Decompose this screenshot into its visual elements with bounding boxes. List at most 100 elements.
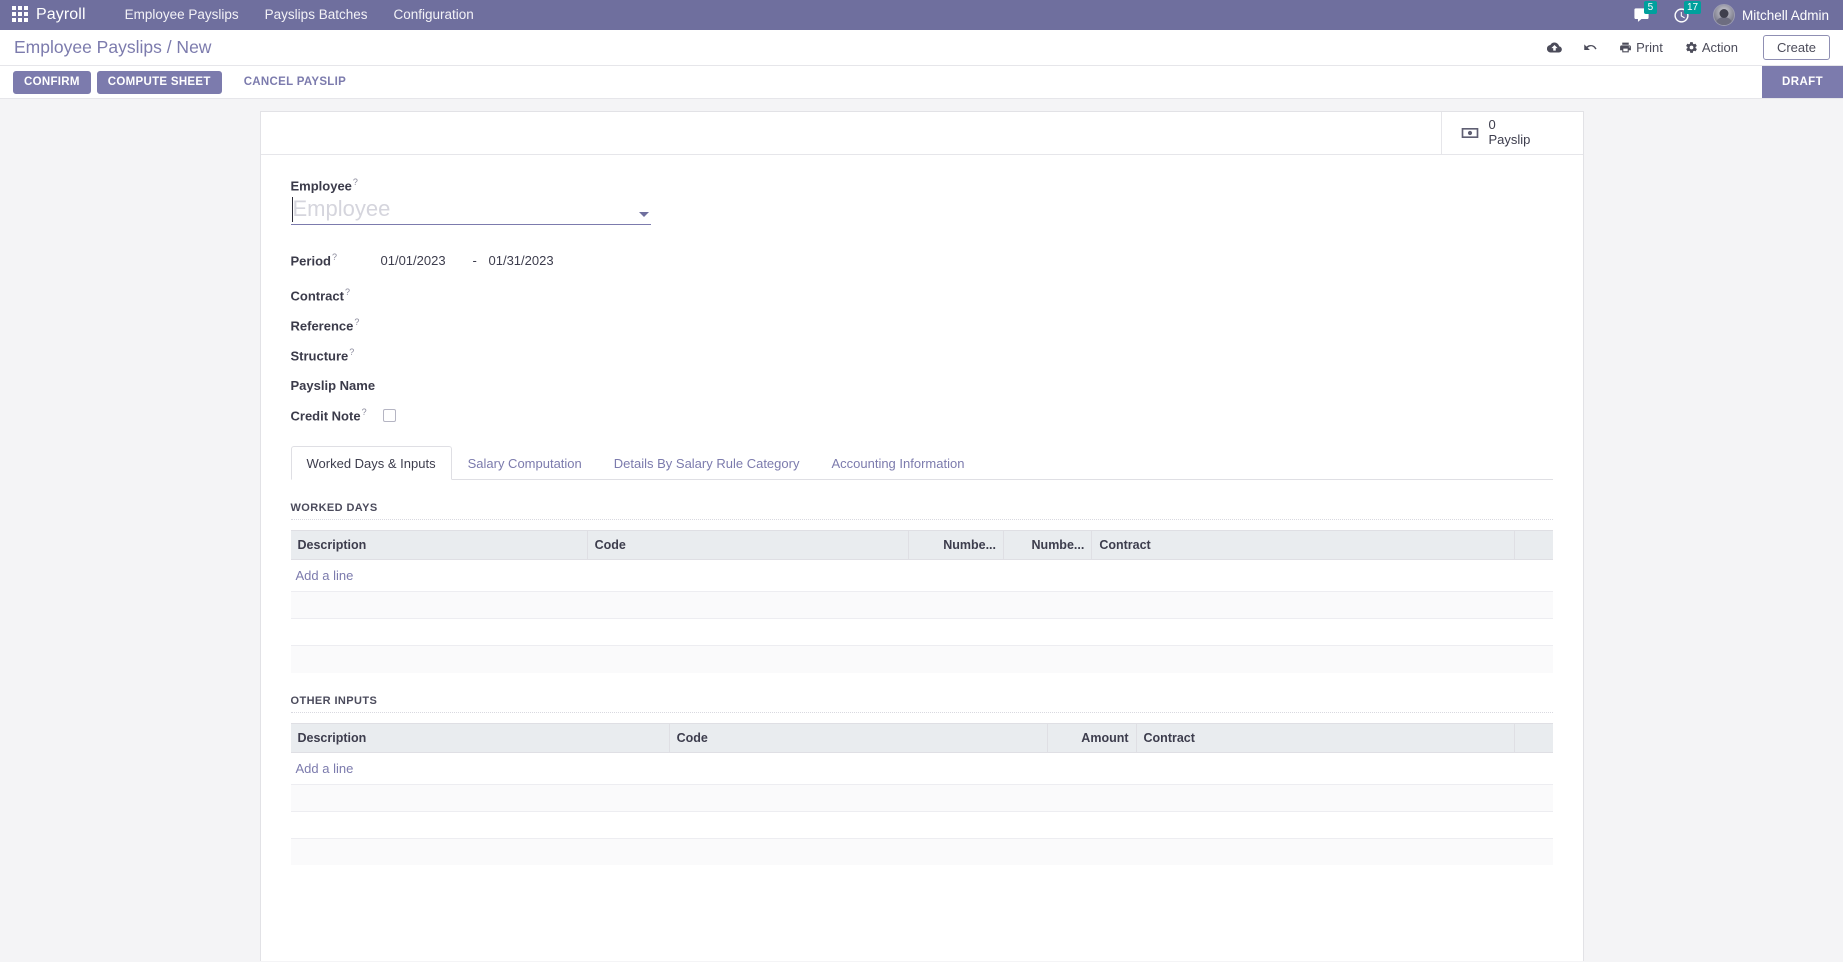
messages-icon[interactable]: 5 [1623, 0, 1661, 30]
label-credit-note: Credit Note? [291, 407, 381, 423]
money-bill-icon [1461, 128, 1478, 138]
worked-days-header-row: Description Code Numbe... Numbe... Contr… [290, 530, 1553, 561]
tooltip-marker[interactable]: ? [345, 287, 350, 297]
tooltip-marker[interactable]: ? [354, 317, 359, 327]
user-name: Mitchell Admin [1741, 7, 1829, 23]
tooltip-marker[interactable]: ? [349, 347, 354, 357]
text-cursor [291, 197, 293, 223]
other-inputs-add-line-row: Add a line [291, 752, 1553, 784]
credit-note-checkbox[interactable] [382, 408, 396, 422]
top-navbar: Payroll Employee Payslips Payslips Batch… [0, 0, 1843, 30]
app-brand-payroll[interactable]: Payroll [36, 6, 86, 24]
col-number-of-days[interactable]: Numbe... [908, 530, 1004, 561]
other-inputs-table: Description Code Amount Contract Add a l… [290, 722, 1553, 866]
employee-input[interactable] [290, 195, 651, 224]
empty-row [290, 810, 1553, 839]
period-separator: - [472, 252, 477, 268]
menu-payslips-batches[interactable]: Payslips Batches [252, 0, 381, 30]
field-payslip-name: Payslip Name [291, 370, 1553, 400]
worked-days-add-line-row: Add a line [291, 560, 1553, 592]
field-credit-note: Credit Note? [291, 400, 1553, 430]
form-fields: Employee? Period? 01/01/2023 - 01/31/202… [261, 155, 1583, 430]
col-code[interactable]: Code [587, 530, 910, 561]
empty-row [290, 837, 1553, 866]
compute-sheet-button[interactable]: COMPUTE SHEET [96, 70, 222, 94]
field-employee: Employee? [290, 177, 1553, 226]
cancel-payslip-button[interactable]: CANCEL PAYSLIP [234, 72, 356, 93]
tab-accounting-information[interactable]: Accounting Information [815, 446, 980, 480]
empty-row [290, 591, 1553, 619]
record-action-bar: CONFIRM COMPUTE SHEET CANCEL PAYSLIP DRA… [0, 66, 1843, 99]
col-description[interactable]: Description [290, 722, 670, 753]
employee-input-wrap[interactable] [290, 195, 651, 226]
field-period: Period? 01/01/2023 - 01/31/2023 [291, 245, 1553, 275]
period-date-from[interactable]: 01/01/2023 [381, 253, 473, 268]
user-menu[interactable]: Mitchell Admin [1712, 4, 1829, 26]
action-button[interactable]: Action [1674, 35, 1749, 61]
tab-salary-computation[interactable]: Salary Computation [452, 446, 598, 480]
activities-count-badge: 17 [1683, 1, 1702, 14]
other-inputs-title: OTHER INPUTS [290, 673, 1553, 713]
breadcrumb[interactable]: Employee Payslips / New [14, 37, 211, 58]
status-badge-draft[interactable]: DRAFT [1762, 66, 1843, 98]
menu-employee-payslips[interactable]: Employee Payslips [112, 0, 252, 30]
label-structure-text: Structure [290, 348, 349, 364]
col-number-of-hours[interactable]: Numbe... [1003, 530, 1093, 561]
record-sheet: 0 Payslip Employee? Period? [259, 111, 1584, 961]
tab-details-by-salary-rule-category[interactable]: Details By Salary Rule Category [598, 446, 816, 480]
col-contract[interactable]: Contract [1136, 722, 1516, 753]
add-a-line-worked-days[interactable]: Add a line [296, 568, 354, 583]
col-optional[interactable] [1514, 722, 1553, 753]
empty-row [290, 783, 1553, 812]
button-box: 0 Payslip [260, 112, 1583, 155]
print-button[interactable]: Print [1608, 35, 1674, 61]
empty-row [290, 618, 1553, 646]
tab-worked-days-inputs[interactable]: Worked Days & Inputs [290, 446, 452, 481]
label-reference-text: Reference [290, 318, 354, 334]
stat-button-payslip[interactable]: 0 Payslip [1440, 112, 1583, 154]
tooltip-marker[interactable]: ? [332, 252, 337, 262]
status-bar: DRAFT [1762, 66, 1843, 98]
user-avatar [1712, 4, 1735, 26]
label-contract: Contract? [291, 287, 381, 303]
control-panel: Employee Payslips / New Print Action Cre… [0, 30, 1843, 66]
col-contract[interactable]: Contract [1091, 530, 1516, 561]
label-structure: Structure? [291, 347, 381, 363]
notebook: Worked Days & Inputs Salary Computation … [261, 446, 1583, 866]
apps-grid-icon[interactable] [12, 6, 30, 24]
col-optional[interactable] [1514, 530, 1553, 561]
confirm-button[interactable]: CONFIRM [13, 70, 91, 94]
col-amount[interactable]: Amount [1047, 722, 1137, 753]
label-period-text: Period [290, 253, 331, 269]
col-code[interactable]: Code [669, 722, 1049, 753]
label-employee: Employee? [291, 177, 381, 193]
activities-clock-icon[interactable]: 17 [1663, 0, 1702, 30]
label-contract-text: Contract [290, 288, 344, 304]
tooltip-marker[interactable]: ? [353, 177, 358, 187]
label-credit-note-text: Credit Note [290, 408, 361, 424]
stat-label: Payslip [1488, 132, 1531, 147]
control-panel-actions: Print Action Create [1536, 34, 1830, 62]
discard-changes-button[interactable] [1572, 34, 1608, 62]
navbar-systray: 5 17 Mitchell Admin [1623, 0, 1835, 30]
chevron-down-icon[interactable] [638, 212, 649, 218]
col-description[interactable]: Description [290, 530, 588, 561]
field-reference: Reference? [291, 310, 1553, 340]
tooltip-marker[interactable]: ? [362, 407, 367, 417]
menu-configuration[interactable]: Configuration [380, 0, 486, 30]
create-button[interactable]: Create [1762, 35, 1830, 60]
form-content-area: 0 Payslip Employee? Period? [0, 99, 1843, 961]
label-period: Period? [291, 252, 381, 268]
add-a-line-other-inputs[interactable]: Add a line [296, 761, 354, 776]
other-inputs-header-row: Description Code Amount Contract [290, 722, 1553, 753]
stat-value: 0 [1488, 117, 1496, 133]
label-reference: Reference? [291, 317, 381, 333]
field-structure: Structure? [291, 340, 1553, 370]
messages-count-badge: 5 [1643, 1, 1657, 14]
period-values: 01/01/2023 - 01/31/2023 [381, 253, 554, 268]
print-label: Print [1636, 40, 1663, 55]
period-date-to[interactable]: 01/31/2023 [489, 253, 554, 268]
worked-days-title: WORKED DAYS [290, 480, 1553, 521]
notebook-tabs: Worked Days & Inputs Salary Computation … [290, 446, 1553, 481]
save-record-button[interactable] [1536, 34, 1572, 62]
